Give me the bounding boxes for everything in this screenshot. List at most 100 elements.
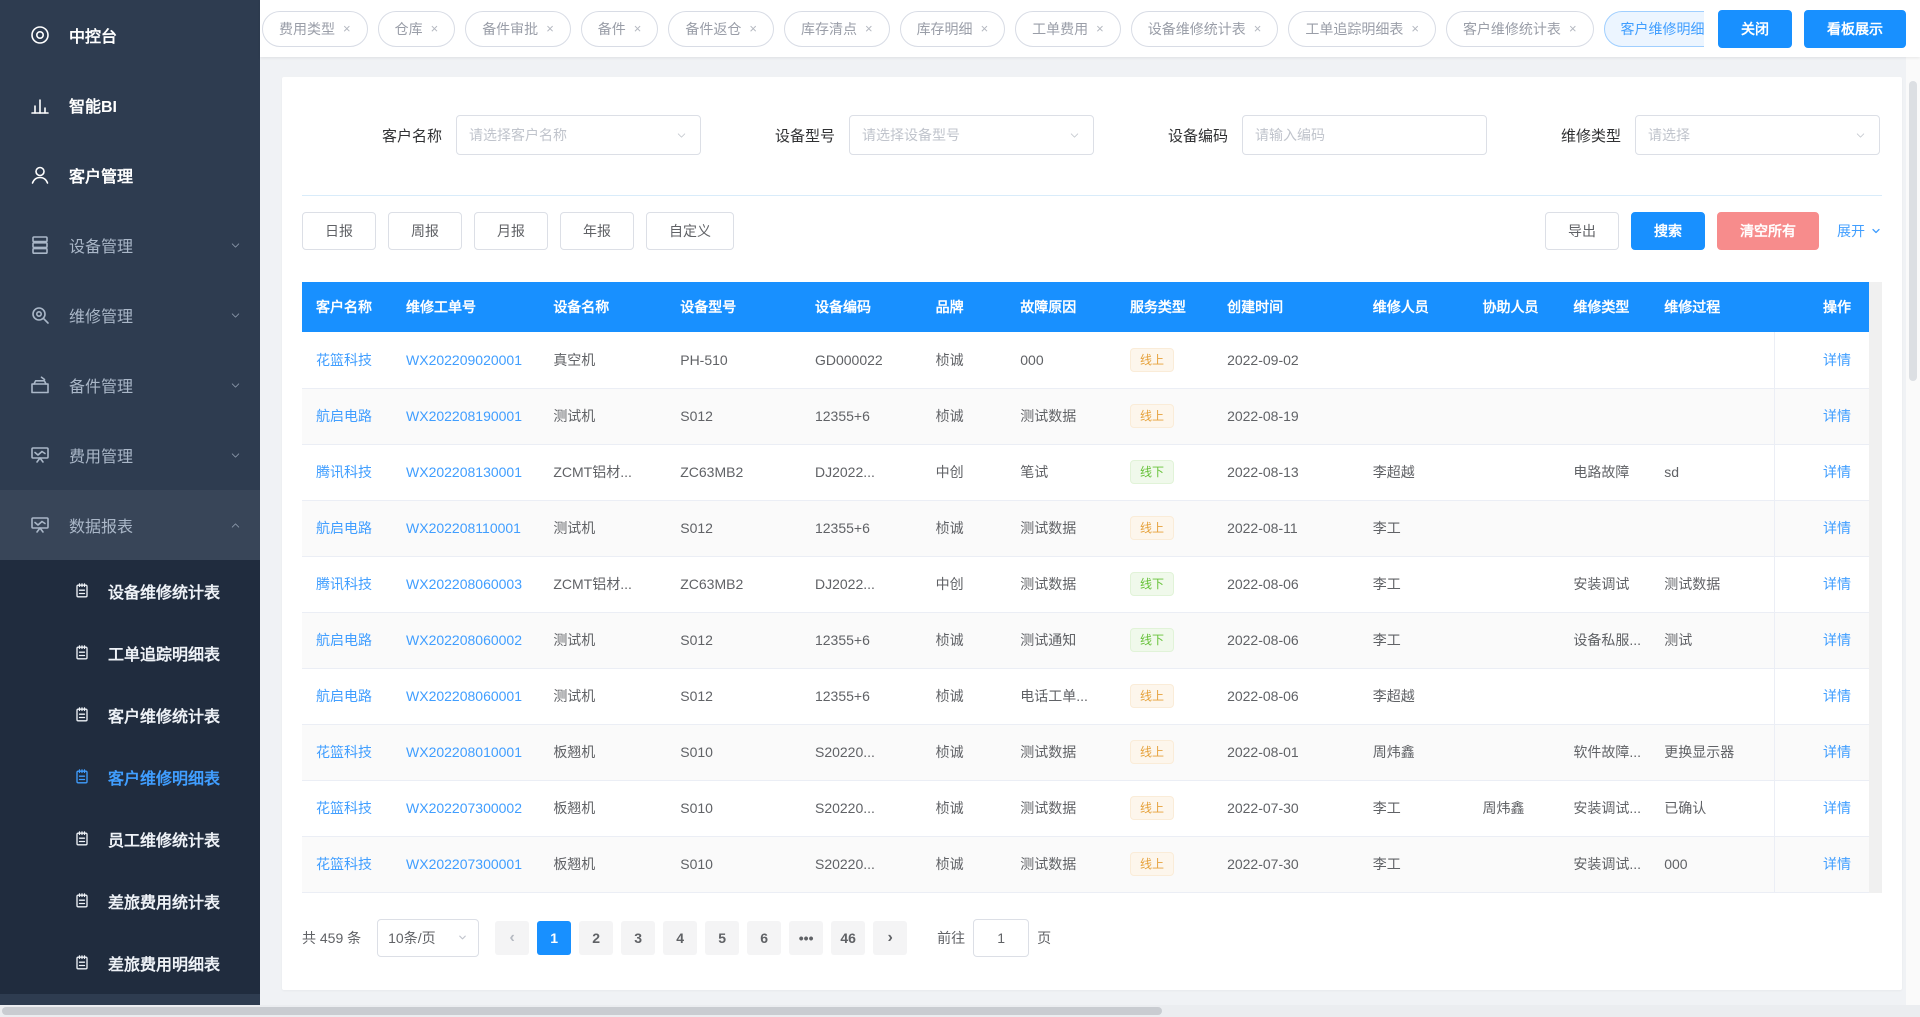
- cell-order-link[interactable]: WX202208010001: [396, 724, 543, 780]
- prev-page-button[interactable]: ‹: [495, 921, 529, 955]
- next-page-button[interactable]: ›: [873, 921, 907, 955]
- board-display-button[interactable]: 看板展示: [1804, 10, 1906, 48]
- tab-3[interactable]: 备件×: [581, 11, 659, 47]
- cell-detail-link[interactable]: 详情: [1775, 388, 1869, 444]
- cell-detail-link[interactable]: 详情: [1775, 668, 1869, 724]
- tab-2[interactable]: 备件审批×: [465, 11, 571, 47]
- page-button-4[interactable]: 4: [663, 921, 697, 955]
- period-button-1[interactable]: 日报: [302, 212, 376, 250]
- cell-order-link[interactable]: WX202208060001: [396, 668, 543, 724]
- sidebar-item-devices[interactable]: 设备管理: [0, 210, 260, 280]
- close-tabs-button[interactable]: 关闭: [1718, 10, 1792, 48]
- cell-detail-link[interactable]: 详情: [1775, 836, 1869, 892]
- tab-5[interactable]: 库存清点×: [784, 11, 890, 47]
- clear-all-button[interactable]: 清空所有: [1717, 212, 1819, 250]
- page-button-6[interactable]: 6: [747, 921, 781, 955]
- sidebar-item-expenses[interactable]: 费用管理: [0, 420, 260, 490]
- sidebar-item-repair[interactable]: 维修管理: [0, 280, 260, 350]
- filter-select[interactable]: 请选择设备型号: [849, 115, 1094, 155]
- period-button-5[interactable]: 自定义: [646, 212, 734, 250]
- sidebar-item-bi-chart[interactable]: 智能BI: [0, 70, 260, 140]
- filter-text-input[interactable]: [1255, 116, 1474, 154]
- filter-select[interactable]: 请选择客户名称: [456, 115, 701, 155]
- cell-customer-link[interactable]: 航启电路: [302, 668, 396, 724]
- filter-input[interactable]: [1242, 115, 1487, 155]
- table-scrollbar-gutter[interactable]: [1869, 282, 1882, 893]
- tab-1[interactable]: 仓库×: [378, 11, 456, 47]
- search-button[interactable]: 搜索: [1631, 212, 1705, 250]
- cell-order-link[interactable]: WX202207300002: [396, 780, 543, 836]
- close-icon[interactable]: ×: [749, 22, 757, 35]
- horizontal-scrollbar[interactable]: [0, 1005, 1920, 1017]
- cell-detail-link[interactable]: 详情: [1775, 556, 1869, 612]
- vertical-scrollbar[interactable]: [1906, 57, 1920, 1005]
- tab-active[interactable]: 客户维修明细表×: [1604, 11, 1704, 47]
- period-button-2[interactable]: 周报: [388, 212, 462, 250]
- cell-order-link[interactable]: WX202208060003: [396, 556, 543, 612]
- sidebar-subitem[interactable]: 差旅费用统计表: [0, 870, 260, 932]
- page-button-3[interactable]: 3: [621, 921, 655, 955]
- sidebar-subitem[interactable]: 差旅费用明细表: [0, 932, 260, 994]
- cell-customer-link[interactable]: 航启电路: [302, 388, 396, 444]
- sidebar-subitem[interactable]: 员工维修统计表: [0, 808, 260, 870]
- sidebar-subitem[interactable]: 客户维修统计表: [0, 684, 260, 746]
- tab-6[interactable]: 库存明细×: [900, 11, 1006, 47]
- tab-0[interactable]: 费用类型×: [262, 11, 368, 47]
- page-size-select[interactable]: 10条/页: [377, 919, 479, 957]
- cell-detail-link[interactable]: 详情: [1775, 612, 1869, 668]
- cell-customer-link[interactable]: 花篮科技: [302, 724, 396, 780]
- tab-4[interactable]: 备件返仓×: [668, 11, 774, 47]
- cell-customer-link[interactable]: 花篮科技: [302, 836, 396, 892]
- cell-detail-link[interactable]: 详情: [1775, 444, 1869, 500]
- goto-page-input[interactable]: [973, 919, 1029, 957]
- cell-detail-link[interactable]: 详情: [1775, 724, 1869, 780]
- close-icon[interactable]: ×: [431, 22, 439, 35]
- sidebar-item-dashboard[interactable]: 中控台: [0, 0, 260, 70]
- close-icon[interactable]: ×: [546, 22, 554, 35]
- cell-customer-link[interactable]: 航启电路: [302, 500, 396, 556]
- cell-order-link[interactable]: WX202208130001: [396, 444, 543, 500]
- cell-detail-link[interactable]: 详情: [1775, 780, 1869, 836]
- tab-10[interactable]: 客户维修统计表×: [1446, 11, 1594, 47]
- cell-customer-link[interactable]: 花篮科技: [302, 780, 396, 836]
- close-icon[interactable]: ×: [634, 22, 642, 35]
- sidebar-item-reports[interactable]: 数据报表: [0, 490, 260, 560]
- period-button-3[interactable]: 月报: [474, 212, 548, 250]
- close-icon[interactable]: ×: [1411, 22, 1419, 35]
- cell-order-link[interactable]: WX202208060002: [396, 612, 543, 668]
- cell-customer-link[interactable]: 花篮科技: [302, 332, 396, 388]
- tab-7[interactable]: 工单费用×: [1015, 11, 1121, 47]
- page-button-1[interactable]: 1: [537, 921, 571, 955]
- close-icon[interactable]: ×: [981, 22, 989, 35]
- close-icon[interactable]: ×: [1096, 22, 1104, 35]
- close-icon[interactable]: ×: [1254, 22, 1262, 35]
- cell-order-link[interactable]: WX202208190001: [396, 388, 543, 444]
- filter-select[interactable]: 请选择: [1635, 115, 1880, 155]
- cell-detail-link[interactable]: 详情: [1775, 500, 1869, 556]
- period-button-4[interactable]: 年报: [560, 212, 634, 250]
- cell-order-link[interactable]: WX202208110001: [396, 500, 543, 556]
- sidebar-subitem[interactable]: 客户维修明细表: [0, 746, 260, 808]
- page-ellipsis[interactable]: •••: [789, 921, 823, 955]
- close-icon[interactable]: ×: [865, 22, 873, 35]
- export-button[interactable]: 导出: [1545, 212, 1619, 250]
- vertical-scrollbar-thumb[interactable]: [1909, 81, 1917, 381]
- close-icon[interactable]: ×: [343, 22, 351, 35]
- cell-order-link[interactable]: WX202207300001: [396, 836, 543, 892]
- sidebar-subitem[interactable]: 工单追踪明细表: [0, 622, 260, 684]
- horizontal-scrollbar-thumb[interactable]: [2, 1007, 1162, 1015]
- cell-customer-link[interactable]: 航启电路: [302, 612, 396, 668]
- cell-customer-link[interactable]: 腾讯科技: [302, 556, 396, 612]
- sidebar-item-spare-parts[interactable]: 备件管理: [0, 350, 260, 420]
- page-button-46[interactable]: 46: [831, 921, 865, 955]
- sidebar-subitem[interactable]: 设备维修统计表: [0, 560, 260, 622]
- page-button-2[interactable]: 2: [579, 921, 613, 955]
- close-icon[interactable]: ×: [1569, 22, 1577, 35]
- expand-toggle[interactable]: 展开: [1837, 221, 1882, 241]
- sidebar-item-customers[interactable]: 客户管理: [0, 140, 260, 210]
- cell-customer-link[interactable]: 腾讯科技: [302, 444, 396, 500]
- tab-8[interactable]: 设备维修统计表×: [1131, 11, 1279, 47]
- cell-detail-link[interactable]: 详情: [1775, 332, 1869, 388]
- cell-order-link[interactable]: WX202209020001: [396, 332, 543, 388]
- tab-9[interactable]: 工单追踪明细表×: [1288, 11, 1436, 47]
